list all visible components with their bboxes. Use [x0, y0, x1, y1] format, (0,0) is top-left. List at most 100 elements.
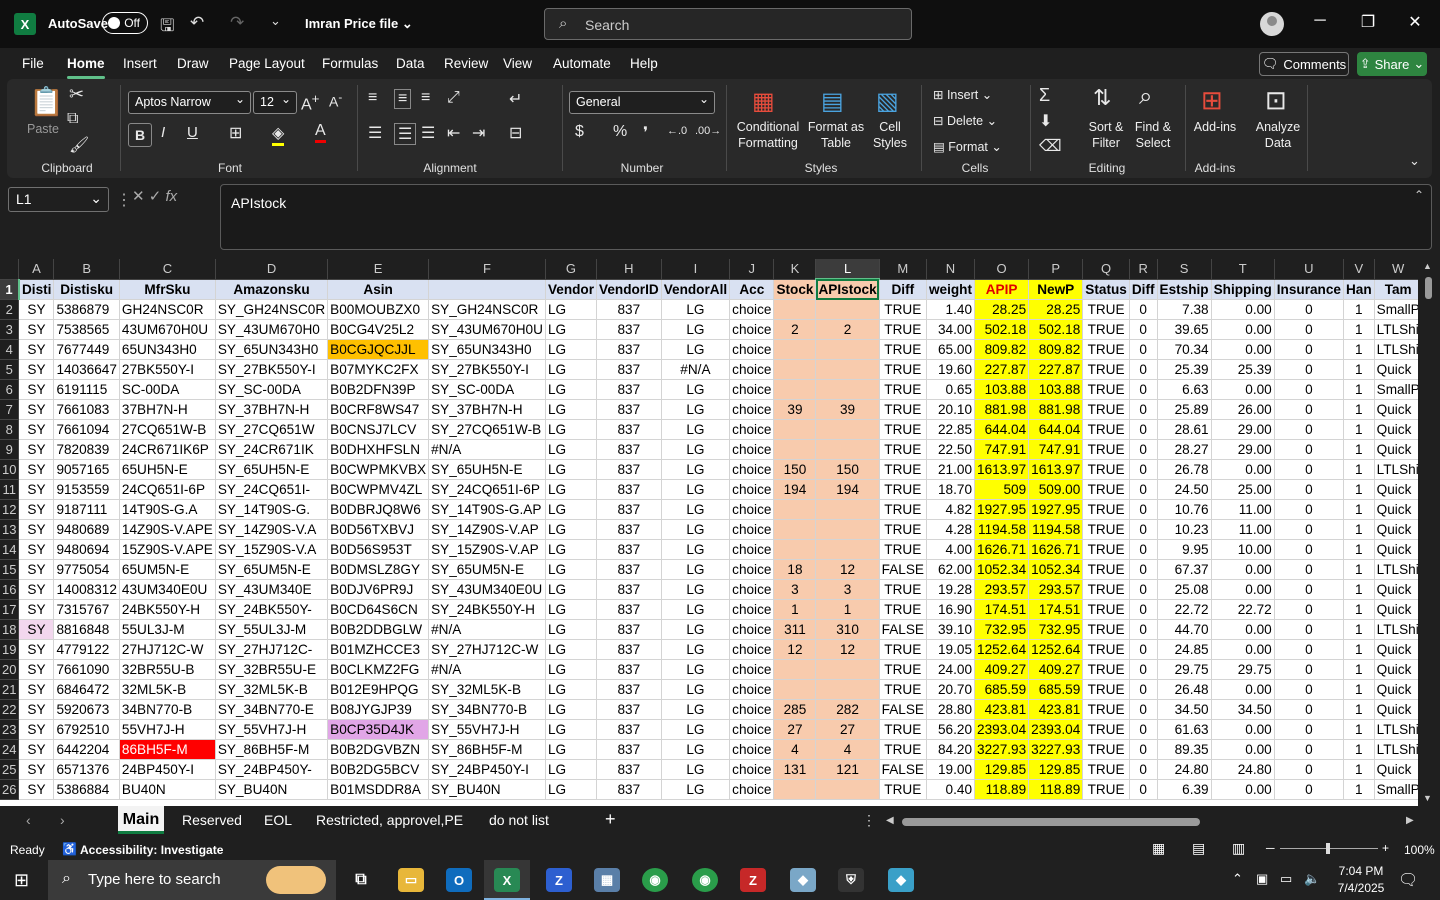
- taskbar-search[interactable]: ⌕ Type here to search: [48, 860, 336, 900]
- cell[interactable]: 0: [1274, 499, 1344, 520]
- column-header-R[interactable]: R: [1129, 259, 1158, 280]
- cell[interactable]: TRUE: [1082, 719, 1130, 740]
- column-header-P[interactable]: P: [1028, 259, 1084, 280]
- more-options-icon[interactable]: ⋮: [862, 812, 876, 829]
- cell[interactable]: 837: [596, 319, 662, 340]
- cell[interactable]: LG: [661, 299, 731, 320]
- cell[interactable]: LG: [545, 699, 598, 720]
- cell[interactable]: 1: [1343, 539, 1375, 560]
- tab-page-layout[interactable]: Page Layout: [229, 56, 305, 71]
- row-header[interactable]: 15: [0, 559, 20, 580]
- header-cell[interactable]: Amazonsku: [215, 279, 329, 300]
- select-all-corner[interactable]: [0, 259, 20, 280]
- wifi-icon[interactable]: ▭: [1280, 871, 1292, 887]
- align-bottom-icon[interactable]: ≡: [421, 89, 430, 107]
- cell[interactable]: choice: [729, 519, 775, 540]
- cell[interactable]: 0: [1129, 679, 1158, 700]
- cell[interactable]: 34.00: [926, 319, 976, 340]
- cell[interactable]: 509.00: [1028, 479, 1084, 500]
- cell[interactable]: choice: [729, 639, 775, 660]
- cell[interactable]: choice: [729, 559, 775, 580]
- cell[interactable]: B0B2DFN39P: [327, 379, 430, 400]
- cell[interactable]: GH24NSC0R: [119, 299, 216, 320]
- cell[interactable]: LG: [545, 639, 598, 660]
- cell[interactable]: 12: [815, 639, 880, 660]
- cell[interactable]: 0: [1274, 399, 1344, 420]
- cell[interactable]: FALSE: [879, 619, 927, 640]
- cell[interactable]: 282: [815, 699, 880, 720]
- header-cell[interactable]: APIP: [974, 279, 1030, 300]
- cell[interactable]: LG: [661, 499, 731, 520]
- cell[interactable]: TRUE: [1082, 619, 1130, 640]
- sheet-tab-restricted[interactable]: Restricted, approvel,PE: [316, 812, 463, 828]
- cell[interactable]: LG: [661, 319, 731, 340]
- cell[interactable]: Quick: [1374, 439, 1418, 460]
- cell[interactable]: 27CQ651W-B: [119, 419, 216, 440]
- zoom-in-icon[interactable]: +: [1382, 841, 1389, 855]
- cell[interactable]: SY: [18, 659, 55, 680]
- cell[interactable]: 6792510: [53, 719, 120, 740]
- tab-file[interactable]: File: [22, 56, 44, 71]
- cell[interactable]: SY: [18, 359, 55, 380]
- cell[interactable]: [815, 299, 880, 320]
- row-header[interactable]: 17: [0, 599, 20, 620]
- cell[interactable]: LG: [661, 739, 731, 760]
- cell[interactable]: 311: [773, 619, 817, 640]
- cell[interactable]: 1: [1343, 359, 1375, 380]
- scroll-up-icon[interactable]: ▲: [1423, 261, 1432, 271]
- cell[interactable]: 34BN770-B: [119, 699, 216, 720]
- cell[interactable]: 25.39: [1211, 359, 1275, 380]
- cell[interactable]: 0: [1129, 479, 1158, 500]
- row-header[interactable]: 16: [0, 579, 20, 600]
- cell[interactable]: SY_32ML5K-B: [215, 679, 329, 700]
- cell[interactable]: Quick: [1374, 519, 1418, 540]
- cell[interactable]: choice: [729, 719, 775, 740]
- bold-button[interactable]: B: [128, 123, 152, 147]
- cell[interactable]: 70.34: [1157, 339, 1212, 360]
- cell[interactable]: TRUE: [1082, 439, 1130, 460]
- cell[interactable]: 837: [596, 379, 662, 400]
- cell[interactable]: 18: [773, 559, 817, 580]
- cell[interactable]: 65UH5N-E: [119, 459, 216, 480]
- cell[interactable]: 26.00: [1211, 399, 1275, 420]
- cell[interactable]: 27: [815, 719, 880, 740]
- customize-toolbar-icon[interactable]: ⌄: [270, 13, 281, 29]
- cell[interactable]: 0: [1129, 619, 1158, 640]
- cell[interactable]: 5920673: [53, 699, 120, 720]
- cell[interactable]: TRUE: [879, 499, 927, 520]
- cell[interactable]: TRUE: [1082, 539, 1130, 560]
- cell[interactable]: SY_14Z90S-V.AP: [428, 519, 546, 540]
- autosum-icon[interactable]: Σ: [1039, 85, 1050, 106]
- cell[interactable]: B01MZHCCE3: [327, 639, 430, 660]
- cell[interactable]: [815, 679, 880, 700]
- cell[interactable]: 1: [1343, 739, 1375, 760]
- header-cell[interactable]: Shipping: [1211, 279, 1275, 300]
- cell[interactable]: 11.00: [1211, 519, 1275, 540]
- cell[interactable]: 1927.95: [1028, 499, 1084, 520]
- column-header-M[interactable]: M: [879, 259, 927, 280]
- cell[interactable]: 423.81: [974, 699, 1030, 720]
- cell[interactable]: 837: [596, 479, 662, 500]
- cell[interactable]: 1: [1343, 439, 1375, 460]
- cell[interactable]: LG: [545, 719, 598, 740]
- cell[interactable]: 4.28: [926, 519, 976, 540]
- column-header-B[interactable]: B: [53, 259, 120, 280]
- cell-styles-icon[interactable]: ▧: [876, 87, 899, 116]
- cell[interactable]: B0CWPMKVBX: [327, 459, 430, 480]
- cell[interactable]: 0.65: [926, 379, 976, 400]
- row-header[interactable]: 9: [0, 439, 20, 460]
- cell[interactable]: 0: [1129, 319, 1158, 340]
- cell[interactable]: LG: [661, 639, 731, 660]
- cell[interactable]: 837: [596, 679, 662, 700]
- cell[interactable]: 502.18: [974, 319, 1030, 340]
- collapse-formula-bar-icon[interactable]: ⌃: [1414, 188, 1424, 202]
- cell[interactable]: 837: [596, 299, 662, 320]
- accessibility-status[interactable]: Accessibility: Investigate: [80, 843, 223, 857]
- cell[interactable]: 0: [1274, 619, 1344, 640]
- column-header-G[interactable]: G: [545, 259, 598, 280]
- horizontal-scroll-thumb[interactable]: [902, 818, 1200, 826]
- cell[interactable]: BU40N: [119, 779, 216, 800]
- cell[interactable]: 28.27: [1157, 439, 1212, 460]
- column-header-C[interactable]: C: [119, 259, 216, 280]
- cell[interactable]: 1927.95: [974, 499, 1030, 520]
